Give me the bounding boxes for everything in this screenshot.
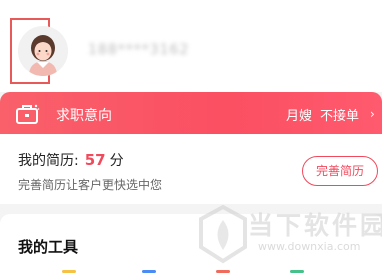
resume-score-unit: 分 <box>109 153 124 169</box>
watermark-logo-icon <box>199 204 247 264</box>
watermark-url: www.downxia.com <box>258 240 361 253</box>
job-intent-banner[interactable]: 求职意向 月嫂 不接单 › <box>0 92 382 134</box>
avatar[interactable] <box>18 26 68 76</box>
resume-score-value: 57 <box>84 151 106 169</box>
username: 188****3162 <box>88 42 190 58</box>
resume-score-line: 我的简历: 57 分 <box>18 150 124 170</box>
resume-hint: 完善简历让客户更快选中您 <box>18 178 163 192</box>
watermark: 当下软件园 www.downxia.com <box>196 204 382 268</box>
job-intent-role: 月嫂 <box>286 109 313 124</box>
profile-header: 188****3162 <box>0 0 382 92</box>
complete-resume-button[interactable]: 完善简历 <box>302 156 378 186</box>
job-intent-status: 不接单 <box>320 109 360 124</box>
my-tools-title: 我的工具 <box>18 238 79 256</box>
briefcase-icon <box>16 104 40 124</box>
resume-score-label: 我的简历: <box>18 153 79 169</box>
watermark-title: 当下软件园 <box>248 211 382 240</box>
female-avatar-icon <box>18 26 68 76</box>
job-intent-title: 求职意向 <box>56 108 112 124</box>
chevron-right-icon: › <box>370 107 375 121</box>
